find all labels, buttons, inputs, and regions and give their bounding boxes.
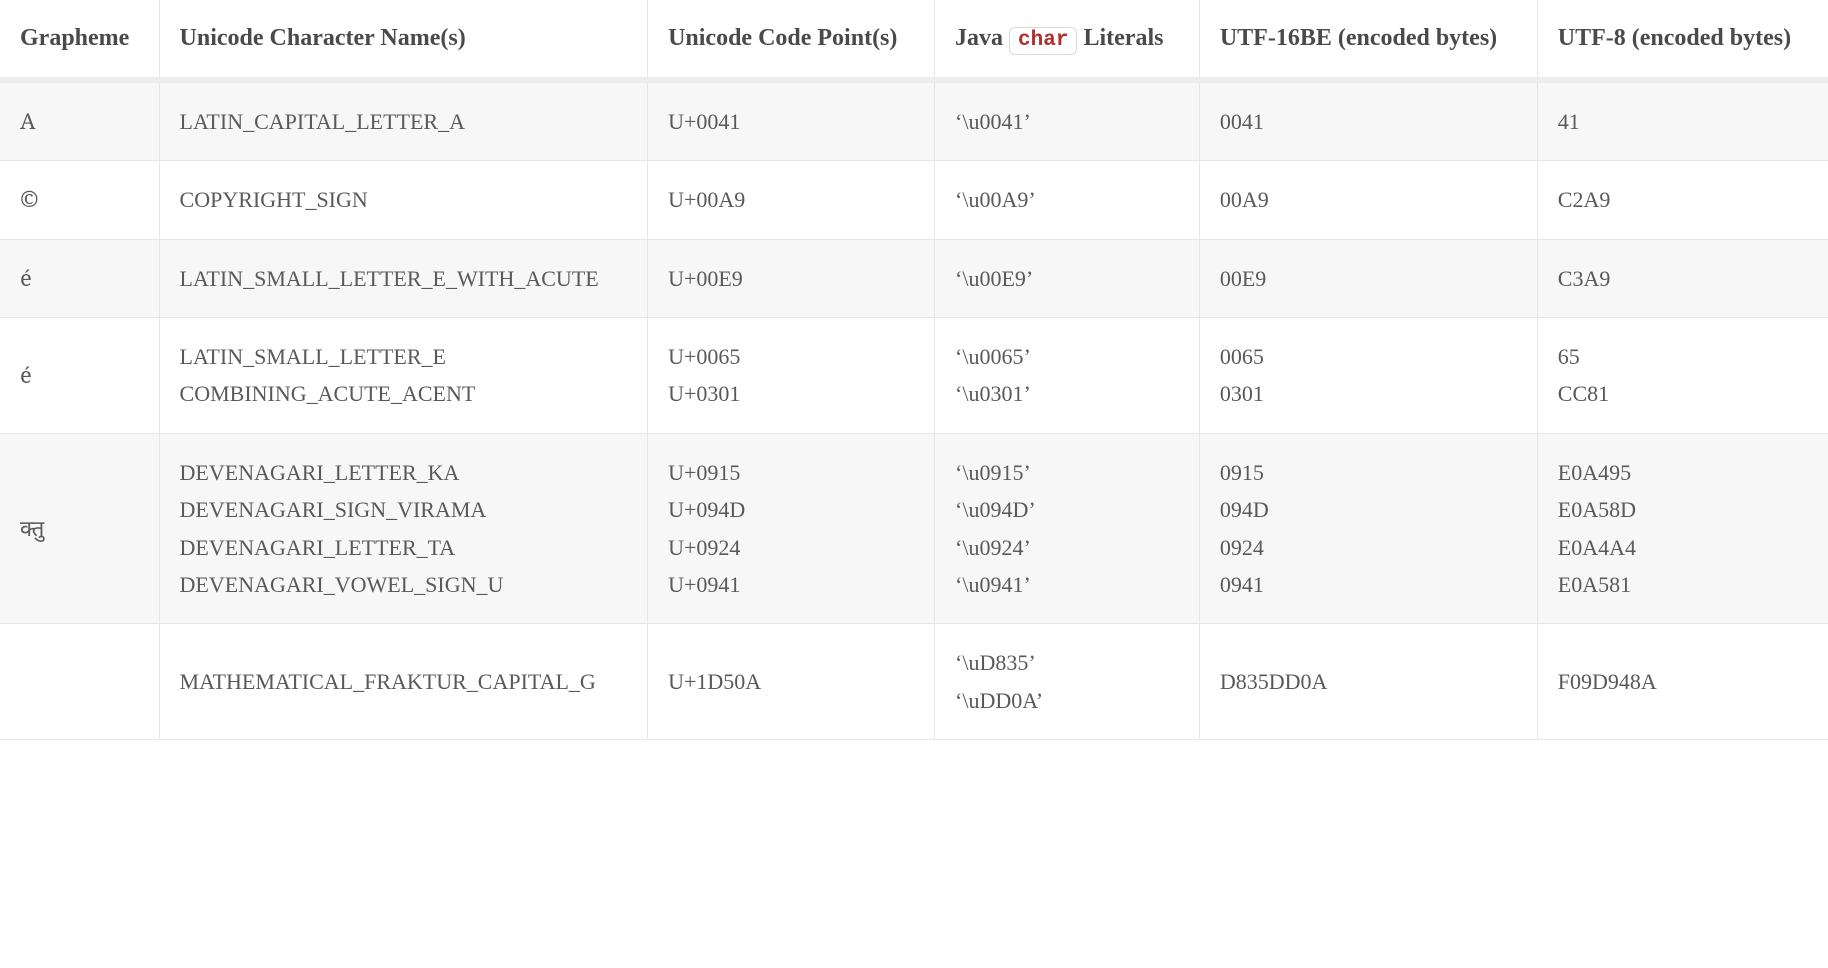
cell-unicode-name: LATIN_SMALL_LETTER_E_WITH_ACUTE [159,239,648,317]
col-grapheme: Grapheme [0,0,159,80]
cell-grapheme: © [0,161,159,239]
cell-utf16be: 0915094D09240941 [1199,433,1537,624]
cell-utf16be-line: 094D [1220,491,1517,528]
cell-utf8-line: 65 [1558,338,1808,375]
cell-unicode-name-line: LATIN_SMALL_LETTER_E [180,338,628,375]
cell-utf8: F09D948A [1537,624,1828,740]
cell-grapheme: A [0,80,159,161]
cell-code-point-line: U+0301 [668,375,914,412]
cell-utf8-line: E0A4A4 [1558,529,1808,566]
cell-utf8: C2A9 [1537,161,1828,239]
cell-utf8-line: E0A58D [1558,491,1808,528]
cell-code-point: U+0041 [648,80,935,161]
cell-java-literal-line: ‘\u0301’ [955,375,1179,412]
col-code-point: Unicode Code Point(s) [648,0,935,80]
cell-code-point: U+00A9 [648,161,935,239]
cell-utf16be-line: 0301 [1220,375,1517,412]
cell-utf16be: 00E9 [1199,239,1537,317]
cell-unicode-name-line: DEVENAGARI_LETTER_TA [180,529,628,566]
cell-java-literal: ‘\u00E9’ [935,239,1200,317]
col-utf8: UTF-8 (encoded bytes) [1537,0,1828,80]
cell-utf16be-line: 0941 [1220,566,1517,603]
cell-code-point: U+0915U+094DU+0924U+0941 [648,433,935,624]
cell-grapheme: é [0,239,159,317]
cell-utf8: E0A495E0A58DE0A4A4E0A581 [1537,433,1828,624]
cell-java-literal-line: ‘\uD835’ [955,644,1179,681]
java-header-suffix: Literals [1077,25,1163,51]
cell-utf16be: 0041 [1199,80,1537,161]
cell-java-literal: ‘\u0041’ [935,80,1200,161]
table-row: MATHEMATICAL_FRAKTUR_CAPITAL_GU+1D50A‘\u… [0,624,1828,740]
cell-utf16be-line: 0915 [1220,454,1517,491]
cell-code-point-line: U+0941 [668,566,914,603]
cell-code-point-line: U+0065 [668,338,914,375]
cell-code-point-line: U+0915 [668,454,914,491]
cell-code-point: U+00E9 [648,239,935,317]
cell-unicode-name-line: DEVENAGARI_VOWEL_SIGN_U [180,566,628,603]
cell-java-literal: ‘\u00A9’ [935,161,1200,239]
cell-utf8: 41 [1537,80,1828,161]
cell-unicode-name: LATIN_CAPITAL_LETTER_A [159,80,648,161]
cell-utf16be-line: 0065 [1220,338,1517,375]
unicode-encoding-table: Grapheme Unicode Character Name(s) Unico… [0,0,1828,740]
cell-utf8-line: E0A581 [1558,566,1808,603]
table-header-row: Grapheme Unicode Character Name(s) Unico… [0,0,1828,80]
cell-utf8-line: E0A495 [1558,454,1808,491]
cell-unicode-name-line: DEVENAGARI_SIGN_VIRAMA [180,491,628,528]
col-java-literal: Java char Literals [935,0,1200,80]
cell-grapheme: é [0,317,159,433]
cell-utf16be: D835DD0A [1199,624,1537,740]
cell-utf16be: 00A9 [1199,161,1537,239]
cell-java-literal-line: ‘\u094D’ [955,491,1179,528]
cell-grapheme [0,624,159,740]
cell-java-literal: ‘\u0915’‘\u094D’‘\u0924’‘\u0941’ [935,433,1200,624]
table-row: éLATIN_SMALL_LETTER_E_WITH_ACUTEU+00E9‘\… [0,239,1828,317]
cell-code-point-line: U+094D [668,491,914,528]
cell-unicode-name: COPYRIGHT_SIGN [159,161,648,239]
cell-code-point-line: U+0924 [668,529,914,566]
cell-utf16be: 00650301 [1199,317,1537,433]
cell-utf16be-line: 0924 [1220,529,1517,566]
cell-java-literal-line: ‘\u0924’ [955,529,1179,566]
cell-java-literal-line: ‘\u0941’ [955,566,1179,603]
col-unicode-name: Unicode Character Name(s) [159,0,648,80]
table-row: ©COPYRIGHT_SIGNU+00A9‘\u00A9’00A9C2A9 [0,161,1828,239]
cell-utf8: 65CC81 [1537,317,1828,433]
cell-code-point: U+1D50A [648,624,935,740]
col-utf16be: UTF-16BE (encoded bytes) [1199,0,1537,80]
table-row: éLATIN_SMALL_LETTER_ECOMBINING_ACUTE_ACE… [0,317,1828,433]
table-row: क्तुDEVENAGARI_LETTER_KADEVENAGARI_SIGN_… [0,433,1828,624]
table-body: ALATIN_CAPITAL_LETTER_AU+0041‘\u0041’004… [0,80,1828,740]
cell-java-literal-line: ‘\u0915’ [955,454,1179,491]
cell-utf8-line: CC81 [1558,375,1808,412]
cell-unicode-name: MATHEMATICAL_FRAKTUR_CAPITAL_G [159,624,648,740]
cell-unicode-name-line: DEVENAGARI_LETTER_KA [180,454,628,491]
cell-unicode-name: DEVENAGARI_LETTER_KADEVENAGARI_SIGN_VIRA… [159,433,648,624]
cell-unicode-name: LATIN_SMALL_LETTER_ECOMBINING_ACUTE_ACEN… [159,317,648,433]
table-row: ALATIN_CAPITAL_LETTER_AU+0041‘\u0041’004… [0,80,1828,161]
cell-java-literal-line: ‘\u0065’ [955,338,1179,375]
cell-unicode-name-line: COMBINING_ACUTE_ACENT [180,375,628,412]
java-header-prefix: Java [955,25,1009,51]
cell-java-literal-line: ‘\uDD0A’ [955,682,1179,719]
cell-java-literal: ‘\u0065’‘\u0301’ [935,317,1200,433]
cell-java-literal: ‘\uD835’‘\uDD0A’ [935,624,1200,740]
char-code-token: char [1009,27,1077,55]
cell-code-point: U+0065U+0301 [648,317,935,433]
cell-utf8: C3A9 [1537,239,1828,317]
cell-grapheme: क्तु [0,433,159,624]
